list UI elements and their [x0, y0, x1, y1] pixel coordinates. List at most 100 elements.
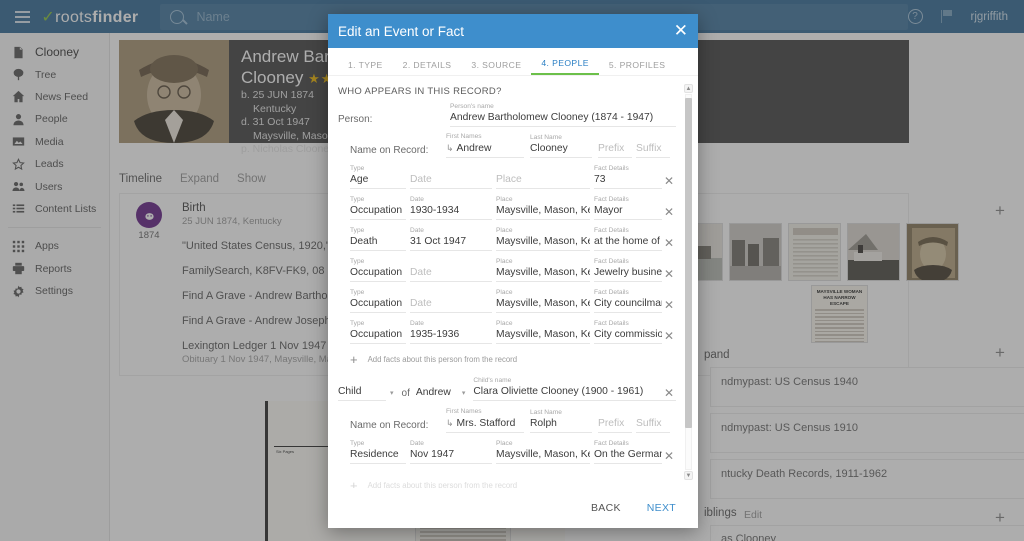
- fact-date-field[interactable]: Date: [410, 289, 492, 313]
- back-button[interactable]: BACK: [591, 502, 621, 514]
- chevron-down-icon[interactable]: ▾: [462, 389, 466, 397]
- fact-type-value: Residence: [350, 449, 399, 460]
- child-relation-row: Child ▾ of Andrew ▾ Child's name Clara O…: [328, 377, 676, 401]
- fact-type-caption: Type: [350, 196, 365, 203]
- plus-icon[interactable]: +: [350, 352, 358, 367]
- remove-fact-button[interactable]: ✕: [662, 298, 676, 312]
- fact-details-field[interactable]: Fact Details Jewelry busines: [594, 258, 662, 282]
- modal-footer: BACK NEXT: [328, 488, 698, 528]
- fact-details-field[interactable]: Fact Details On the Germant: [594, 440, 662, 464]
- tab-details[interactable]: 2. DETAILS: [393, 60, 462, 75]
- modal-body: WHO APPEARS IN THIS RECORD? Person: Pers…: [328, 76, 698, 488]
- add-facts-row[interactable]: + Add facts about this person from the r…: [328, 352, 676, 367]
- name-on-record-label: Name on Record:: [350, 145, 429, 156]
- fact-type-field[interactable]: Type Occupation: [350, 289, 406, 313]
- close-icon[interactable]: ✕: [674, 22, 688, 40]
- of-person-select[interactable]: Andrew: [416, 378, 460, 401]
- of-person-caption: [416, 378, 460, 386]
- child-prefix-field[interactable]: Prefix: [598, 409, 632, 433]
- chevron-down-icon[interactable]: ▾: [390, 389, 394, 397]
- fact-details-caption: Fact Details: [594, 289, 629, 296]
- fact-type-field[interactable]: Type Death: [350, 227, 406, 251]
- fact-type-field[interactable]: Type Occupation: [350, 196, 406, 220]
- fact-place-field[interactable]: Place Maysville, Mason, Kentucky,: [496, 289, 590, 313]
- child-last-name-field[interactable]: Last Name Rolph: [530, 409, 592, 433]
- modal-scrollbar[interactable]: ▲ ▼: [683, 84, 694, 480]
- remove-person-button[interactable]: ✕: [662, 386, 676, 400]
- remove-fact-button[interactable]: ✕: [662, 267, 676, 281]
- last-name-field[interactable]: Last Name Clooney: [530, 134, 592, 158]
- plus-icon[interactable]: +: [350, 478, 358, 488]
- tab-type[interactable]: 1. TYPE: [338, 60, 393, 75]
- fact-details-caption: Fact Details: [594, 227, 629, 234]
- fact-place-field[interactable]: Place Maysville, Mason, Kentucky,: [496, 196, 590, 220]
- caret-up-icon[interactable]: ▲: [684, 84, 693, 93]
- child-suffix-placeholder: Suffix: [636, 418, 662, 429]
- fact-date-field[interactable]: Date Nov 1947: [410, 440, 492, 464]
- suffix-field[interactable]: Suffix: [636, 134, 670, 158]
- fact-place-value: Maysville, Mason, Kentucky,: [496, 236, 590, 247]
- fact-details-field[interactable]: Fact Details City commissio: [594, 320, 662, 344]
- fact-type-field[interactable]: Type Residence: [350, 440, 406, 464]
- child-first-names-field[interactable]: First Names ↳ Mrs. Stafford: [446, 408, 524, 433]
- fact-details-field[interactable]: Fact Details Mayor: [594, 196, 662, 220]
- fact-date-field[interactable]: Date: [410, 165, 492, 189]
- fact-date-field[interactable]: Date: [410, 258, 492, 282]
- tab-source[interactable]: 3. SOURCE: [461, 60, 531, 75]
- fact-details-value: Mayor: [594, 205, 623, 216]
- person-name-field[interactable]: Person's name Andrew Bartholomew Clooney…: [450, 103, 676, 127]
- next-button[interactable]: NEXT: [647, 502, 676, 514]
- last-name-value: Clooney: [530, 143, 568, 154]
- fact-place-field[interactable]: Place Maysville, Mason, Kentucky,: [496, 440, 590, 464]
- child-suffix-field[interactable]: Suffix: [636, 409, 670, 433]
- remove-fact-button[interactable]: ✕: [662, 236, 676, 250]
- fact-type-field[interactable]: Type Occupation: [350, 258, 406, 282]
- remove-fact-button[interactable]: ✕: [662, 329, 676, 343]
- fact-place-field[interactable]: Place Maysville, Mason, Kentucky,: [496, 320, 590, 344]
- fact-place-caption: Place: [496, 227, 513, 234]
- fact-details-field[interactable]: Fact Details at the home of h: [594, 227, 662, 251]
- fact-type-caption: Type: [350, 320, 365, 327]
- add-facts-label: Add facts about this person from the rec…: [367, 481, 518, 488]
- fact-date-field[interactable]: Date 31 Oct 1947: [410, 227, 492, 251]
- remove-fact-button[interactable]: ✕: [662, 449, 676, 463]
- add-facts-label: Add facts about this person from the rec…: [367, 355, 518, 364]
- fact-date-caption: [410, 258, 492, 266]
- remove-fact-button[interactable]: ✕: [662, 205, 676, 219]
- child-name-field[interactable]: Child's name Clara Oliviette Clooney (19…: [473, 377, 676, 401]
- fact-details-field[interactable]: Fact Details 73: [594, 165, 662, 189]
- tab-profiles[interactable]: 5. PROFILES: [599, 60, 675, 75]
- fact-place-field[interactable]: Place Maysville, Mason, Kentucky,: [496, 227, 590, 251]
- fact-place-field[interactable]: Place Maysville, Mason, Kentucky,: [496, 258, 590, 282]
- fact-date-caption: Date: [410, 440, 424, 447]
- modal-header: Edit an Event or Fact ✕: [328, 14, 698, 48]
- fact-date-caption: [410, 289, 492, 297]
- caret-down-icon[interactable]: ▼: [684, 471, 693, 480]
- fact-details-value: 73: [594, 174, 606, 185]
- fact-place-caption: Place: [496, 440, 513, 447]
- fact-date-value: 1935-1936: [410, 329, 460, 340]
- relation-type-value: Child: [338, 386, 362, 397]
- fact-details-field[interactable]: Fact Details City councilman: [594, 289, 662, 313]
- scrollbar-thumb[interactable]: [685, 98, 692, 428]
- fact-date-field[interactable]: Date 1935-1936: [410, 320, 492, 344]
- fact-type-caption: Type: [350, 165, 365, 172]
- fact-date-value: 31 Oct 1947: [410, 236, 467, 247]
- relation-type-select[interactable]: Child: [338, 377, 386, 401]
- fact-details-value: Jewelry busines: [594, 267, 662, 278]
- child-last-name-caption: Last Name: [530, 409, 562, 416]
- fact-date-value: Nov 1947: [410, 449, 455, 460]
- fact-type-field[interactable]: Type Occupation: [350, 320, 406, 344]
- fact-place-field[interactable]: Place: [496, 165, 590, 189]
- remove-fact-button[interactable]: ✕: [662, 174, 676, 188]
- fact-date-value: Date: [410, 267, 432, 278]
- first-names-field[interactable]: First Names ↳ Andrew: [446, 133, 524, 158]
- prefix-field[interactable]: Prefix: [598, 134, 632, 158]
- edit-event-modal: Edit an Event or Fact ✕ 1. TYPE 2. DETAI…: [328, 14, 698, 528]
- prefix-placeholder: Prefix: [598, 143, 625, 154]
- tab-people[interactable]: 4. PEOPLE: [531, 58, 599, 75]
- fact-type-field[interactable]: Type Age: [350, 165, 406, 189]
- add-facts-row[interactable]: + Add facts about this person from the r…: [328, 478, 676, 488]
- child-name-on-record-label: Name on Record:: [350, 420, 429, 431]
- fact-date-field[interactable]: Date 1930-1934: [410, 196, 492, 220]
